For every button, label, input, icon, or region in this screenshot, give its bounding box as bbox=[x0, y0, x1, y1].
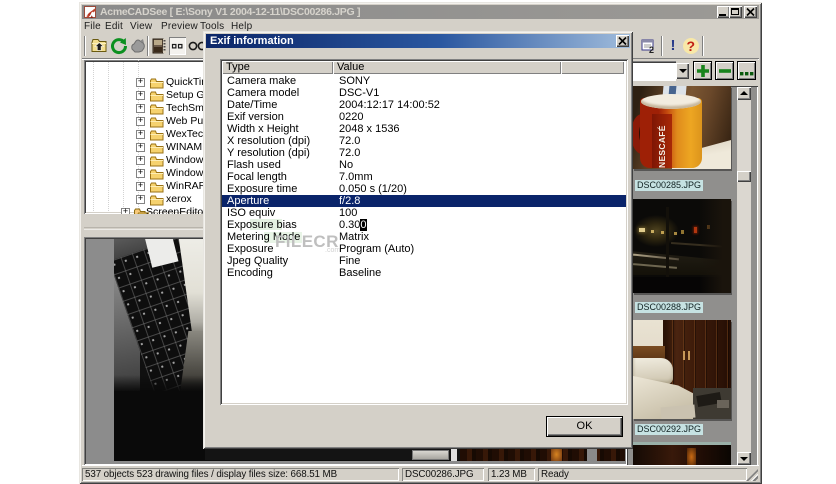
svg-text:2: 2 bbox=[649, 45, 654, 55]
svg-text:?: ? bbox=[687, 38, 696, 54]
